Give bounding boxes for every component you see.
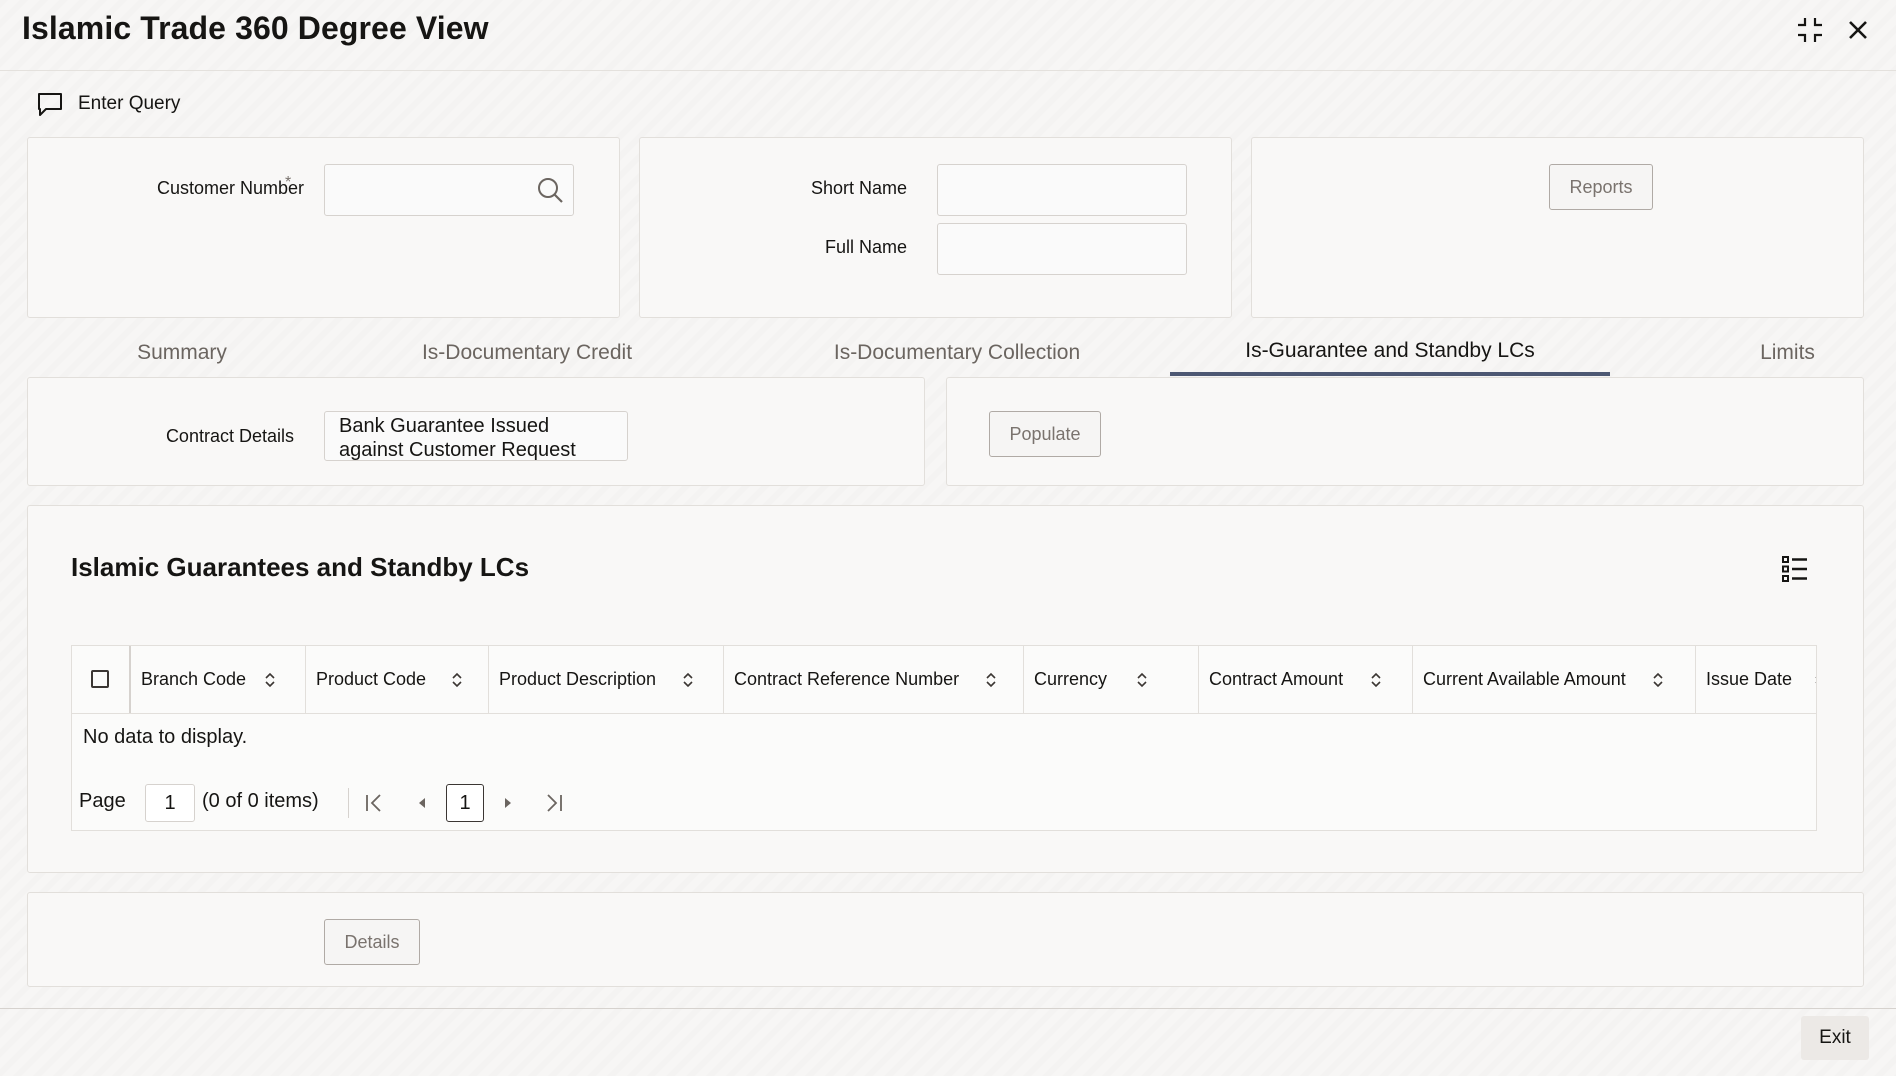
close-icon[interactable] (1842, 14, 1874, 46)
tab-bar: Summary Is-Documentary Credit Is-Documen… (27, 330, 1863, 376)
full-name-input[interactable] (937, 223, 1187, 275)
column-header-product-code[interactable]: Product Code (305, 646, 488, 713)
footer-divider (0, 1008, 1896, 1009)
title-bar: Islamic Trade 360 Degree View (0, 0, 1896, 60)
select-all-checkbox[interactable] (91, 670, 109, 688)
sort-icon[interactable] (263, 670, 277, 690)
column-header-branch-code[interactable]: Branch Code (129, 646, 305, 713)
contract-details-select[interactable]: Bank Guarantee Issued against Customer R… (324, 411, 628, 461)
column-label: Branch Code (141, 669, 247, 689)
tab-summary[interactable]: Summary (87, 330, 277, 376)
pagination: Page 1 (0 of 0 items) 1 (72, 782, 1072, 824)
sort-icon[interactable] (1813, 670, 1817, 690)
column-header-product-description[interactable]: Product Description (488, 646, 723, 713)
next-page-icon[interactable] (496, 791, 520, 815)
column-header-current-available-amount[interactable]: Current Available Amount (1412, 646, 1695, 713)
populate-panel: Populate (946, 377, 1864, 486)
details-panel: Details (27, 892, 1864, 987)
tab-limits[interactable]: Limits (1700, 330, 1875, 376)
column-label: Contract Reference Number (734, 669, 960, 689)
page-label: Page (79, 790, 126, 812)
full-name-label: Full Name (824, 237, 907, 257)
first-page-icon[interactable] (362, 791, 386, 815)
tab-is-documentary-credit[interactable]: Is-Documentary Credit (367, 330, 687, 376)
customer-name-panel: Short Name Full Name (639, 137, 1232, 318)
current-page-button[interactable]: 1 (446, 784, 484, 822)
previous-page-icon[interactable] (410, 791, 434, 815)
customer-number-label: Customer Number (156, 178, 304, 198)
sort-icon[interactable] (1651, 670, 1665, 690)
sort-icon[interactable] (681, 670, 695, 690)
dialog-window: Islamic Trade 360 Degree View Enter Quer… (0, 0, 1896, 1076)
list-settings-icon[interactable] (1781, 555, 1809, 583)
column-label: Product Code (316, 669, 427, 689)
customer-number-panel: Customer Number * (27, 137, 620, 318)
enter-query-label: Enter Query (78, 93, 181, 114)
column-header-contract-reference-number[interactable]: Contract Reference Number (723, 646, 1023, 713)
sort-icon[interactable] (1369, 670, 1383, 690)
column-label: Issue Date (1706, 669, 1793, 689)
column-header-issue-date[interactable]: Issue Date (1695, 646, 1817, 713)
table-header: Branch Code Product Code Product Descrip… (72, 646, 1817, 714)
speech-bubble-icon (38, 93, 62, 116)
reports-panel: Reports (1251, 137, 1864, 318)
required-marker: * (285, 174, 292, 191)
title-divider (0, 70, 1896, 71)
column-label: Contract Amount (1209, 669, 1344, 689)
results-table: Branch Code Product Code Product Descrip… (71, 645, 1817, 831)
populate-button[interactable]: Populate (989, 411, 1101, 457)
reports-button[interactable]: Reports (1549, 164, 1653, 210)
column-header-contract-amount[interactable]: Contract Amount (1198, 646, 1412, 713)
contract-details-value-line2: against Customer Request (339, 439, 576, 461)
page-items-count: (0 of 0 items) (202, 790, 319, 812)
tab-is-guarantee-and-standby-lcs[interactable]: Is-Guarantee and Standby LCs (1170, 330, 1610, 376)
tab-is-documentary-collection[interactable]: Is-Documentary Collection (777, 330, 1137, 376)
short-name-label: Short Name (810, 178, 907, 198)
page-number-input[interactable]: 1 (145, 784, 195, 822)
enter-query-button[interactable]: Enter Query (36, 88, 180, 120)
contract-details-value-line1: Bank Guarantee Issued (339, 415, 550, 437)
customer-number-input[interactable] (324, 164, 574, 216)
sort-icon[interactable] (984, 670, 998, 690)
search-icon[interactable] (535, 175, 565, 205)
column-label: Current Available Amount (1423, 669, 1626, 689)
section-title: Islamic Guarantees and Standby LCs (71, 552, 530, 582)
window-title: Islamic Trade 360 Degree View (22, 10, 489, 46)
sort-icon[interactable] (1135, 670, 1149, 690)
collapse-arrows-icon[interactable] (1794, 14, 1826, 46)
column-label: Currency (1034, 669, 1108, 689)
pager-divider (348, 788, 349, 818)
last-page-icon[interactable] (542, 791, 566, 815)
column-header-currency[interactable]: Currency (1023, 646, 1198, 713)
contract-details-label: Contract Details (165, 426, 294, 446)
exit-button[interactable]: Exit (1801, 1016, 1869, 1060)
column-label: Product Description (499, 669, 657, 689)
details-button[interactable]: Details (324, 919, 420, 965)
empty-table-message: No data to display. (83, 726, 248, 748)
short-name-input[interactable] (937, 164, 1187, 216)
sort-icon[interactable] (450, 670, 464, 690)
